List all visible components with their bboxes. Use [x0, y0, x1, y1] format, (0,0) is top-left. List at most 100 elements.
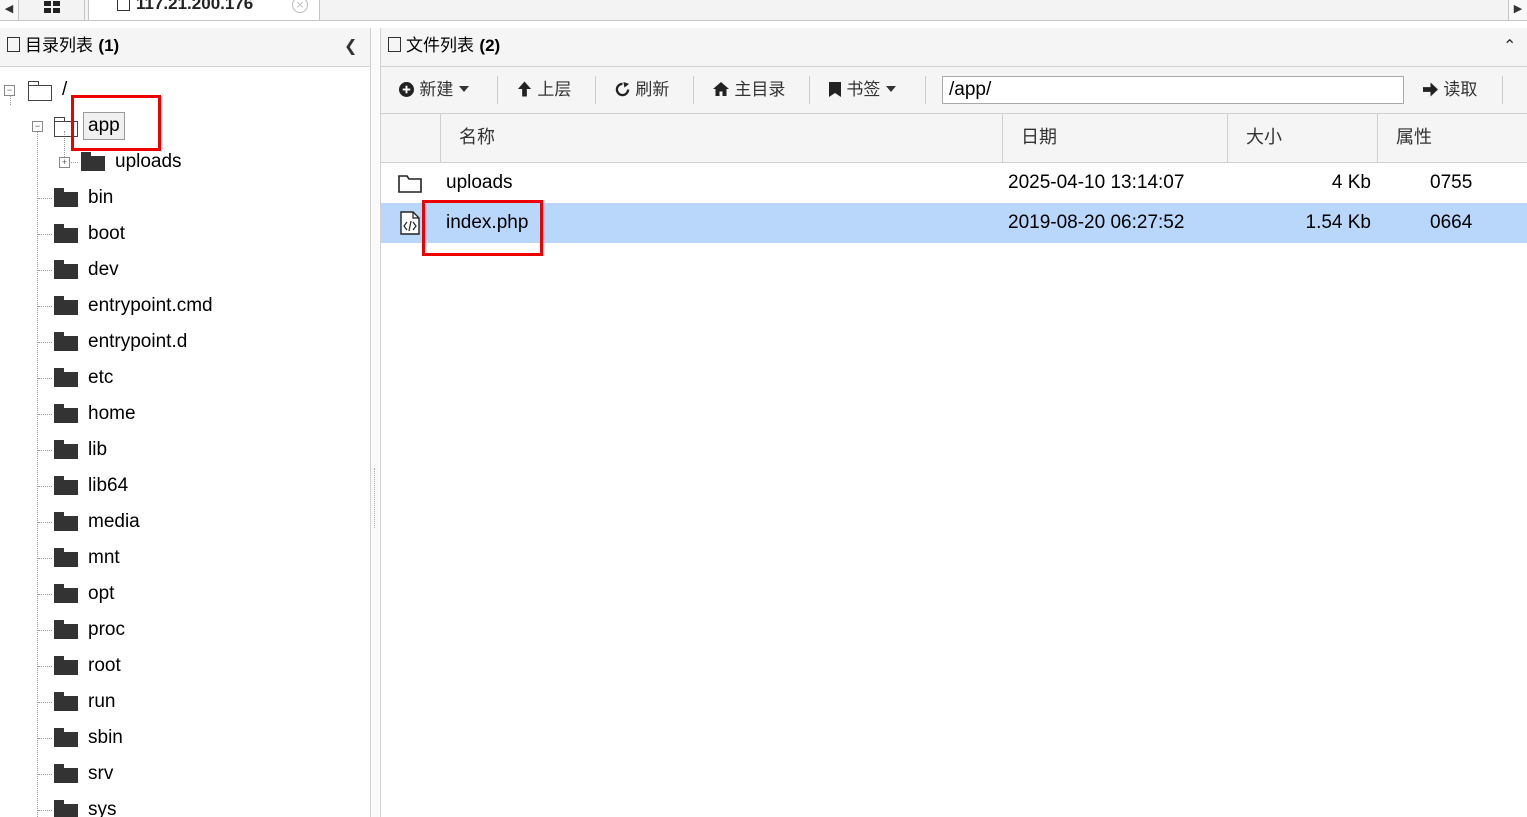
file-perm: 0664 [1430, 212, 1473, 233]
tree-node-label: boot [88, 223, 125, 244]
tree-node[interactable]: media [0, 507, 300, 537]
tree-node[interactable]: mnt [0, 543, 300, 573]
tree-node-label: root [88, 655, 121, 676]
tree-node[interactable]: root [0, 651, 300, 681]
tree-node-label: mnt [88, 547, 120, 568]
folder-icon [54, 368, 78, 387]
tree-node[interactable]: etc [0, 363, 300, 393]
file-size: 4 Kb [1331, 172, 1371, 193]
tree-node-label: home [88, 403, 136, 424]
tree-node[interactable]: opt [0, 579, 300, 609]
tree-node[interactable]: lib64 [0, 471, 300, 501]
file-toolbar: 新建 上层 刷新 主目录 书签 读取 [381, 67, 1527, 114]
tree-node-label: run [88, 691, 116, 712]
collapse-up-icon[interactable]: ⌃ [1503, 28, 1516, 64]
window-icon [7, 37, 20, 52]
table-row[interactable]: uploads 2025-04-10 13:14:07 4 Kb 0755 [381, 163, 1527, 203]
folder-icon [54, 440, 78, 459]
folder-icon [54, 188, 78, 207]
folder-icon [54, 656, 78, 675]
tree-node-label: media [88, 511, 140, 532]
annotation-box [71, 95, 161, 151]
tree-node-label: etc [88, 367, 114, 388]
bookmark-button-label: 书签 [846, 80, 881, 100]
tree-node-label: dev [88, 259, 119, 280]
panel-splitter[interactable] [371, 28, 379, 817]
folder-icon [54, 224, 78, 243]
bookmark-button[interactable]: 书签 [829, 75, 897, 105]
tree-node[interactable]: proc [0, 615, 300, 645]
tab-scroll-left-button[interactable]: ◀ [0, 0, 19, 20]
expand-icon[interactable]: + [59, 157, 70, 168]
directory-count: (1) [98, 36, 120, 55]
tree-node-label: lib64 [88, 475, 129, 496]
folder-icon [54, 800, 78, 817]
tab-scroll-right-button[interactable]: ▶ [1508, 0, 1527, 20]
tree-node[interactable]: entrypoint.cmd [0, 291, 300, 321]
file-date: 2019-08-20 06:27:52 [1008, 212, 1185, 233]
tree-node-label: sbin [88, 727, 123, 748]
tree-node-label: entrypoint.d [88, 331, 188, 352]
tree-node-label: entrypoint.cmd [88, 295, 213, 316]
tree-node[interactable]: home [0, 399, 300, 429]
tree-node[interactable]: dev [0, 255, 300, 285]
column-header-perm[interactable]: 属性 [1377, 114, 1527, 162]
close-icon[interactable]: × [292, 0, 308, 13]
tree-node-label: proc [88, 619, 125, 640]
collapse-icon[interactable]: − [32, 121, 43, 132]
tree-node-label: / [62, 79, 68, 100]
code-file-icon [400, 211, 420, 235]
up-button[interactable]: 上层 [517, 75, 571, 105]
directory-panel-title: 目录列表 [25, 36, 93, 56]
file-panel-header: 文件列表 (2) ⌃ [380, 28, 1527, 67]
read-button-label: 读取 [1443, 80, 1478, 100]
arrow-up-icon [517, 81, 532, 97]
tree-node[interactable]: lib [0, 435, 300, 465]
folder-icon [54, 584, 78, 603]
file-count: (2) [479, 36, 501, 55]
tab-server[interactable]: 117.21.200.176 × [88, 0, 320, 20]
folder-icon [54, 332, 78, 351]
tree-node-label: opt [88, 583, 115, 604]
folder-open-icon [28, 81, 52, 101]
read-button[interactable]: 读取 [1423, 75, 1477, 105]
folder-icon [54, 764, 78, 783]
table-row[interactable]: index.php 2019-08-20 06:27:52 1.54 Kb 06… [381, 203, 1527, 243]
directory-panel-header: 目录列表 (1) ❮ [0, 28, 371, 67]
folder-icon [54, 512, 78, 531]
collapse-icon[interactable]: − [4, 85, 15, 96]
tree-node-label: uploads [115, 151, 182, 172]
file-date: 2025-04-10 13:14:07 [1008, 172, 1185, 193]
collapse-left-icon[interactable]: ❮ [344, 28, 357, 64]
column-header-name[interactable]: 名称 [440, 114, 1002, 162]
tree-node-uploads[interactable]: + uploads [0, 147, 220, 177]
tree-node[interactable]: run [0, 687, 300, 717]
column-header-size[interactable]: 大小 [1227, 114, 1377, 162]
plus-circle-icon [399, 82, 414, 97]
file-grid-header: 名称 日期 大小 属性 [381, 114, 1527, 163]
file-name: uploads [446, 172, 513, 193]
path-input[interactable] [942, 76, 1404, 104]
tree-node[interactable]: entrypoint.d [0, 327, 300, 357]
tab-home[interactable] [20, 0, 85, 20]
new-button[interactable]: 新建 [399, 75, 470, 105]
bookmark-icon [829, 82, 841, 97]
tree-node[interactable]: sys [0, 795, 300, 817]
tree-node[interactable]: srv [0, 759, 300, 789]
tree-node[interactable]: sbin [0, 723, 300, 753]
home-button-label: 主目录 [734, 80, 786, 100]
caret-down-icon [886, 86, 897, 92]
folder-icon [54, 548, 78, 567]
home-button[interactable]: 主目录 [713, 75, 785, 105]
tree-node[interactable]: bin [0, 183, 300, 213]
refresh-button[interactable]: 刷新 [615, 75, 669, 105]
folder-icon [54, 404, 78, 423]
folder-icon [54, 728, 78, 747]
folder-icon [54, 260, 78, 279]
tree-node[interactable]: boot [0, 219, 300, 249]
tab-bar: ◀ 117.21.200.176 × ▶ [0, 0, 1527, 21]
file-panel-title: 文件列表 [406, 36, 474, 56]
column-header-date[interactable]: 日期 [1002, 114, 1227, 162]
home-icon [713, 82, 729, 96]
annotation-box [422, 200, 543, 256]
